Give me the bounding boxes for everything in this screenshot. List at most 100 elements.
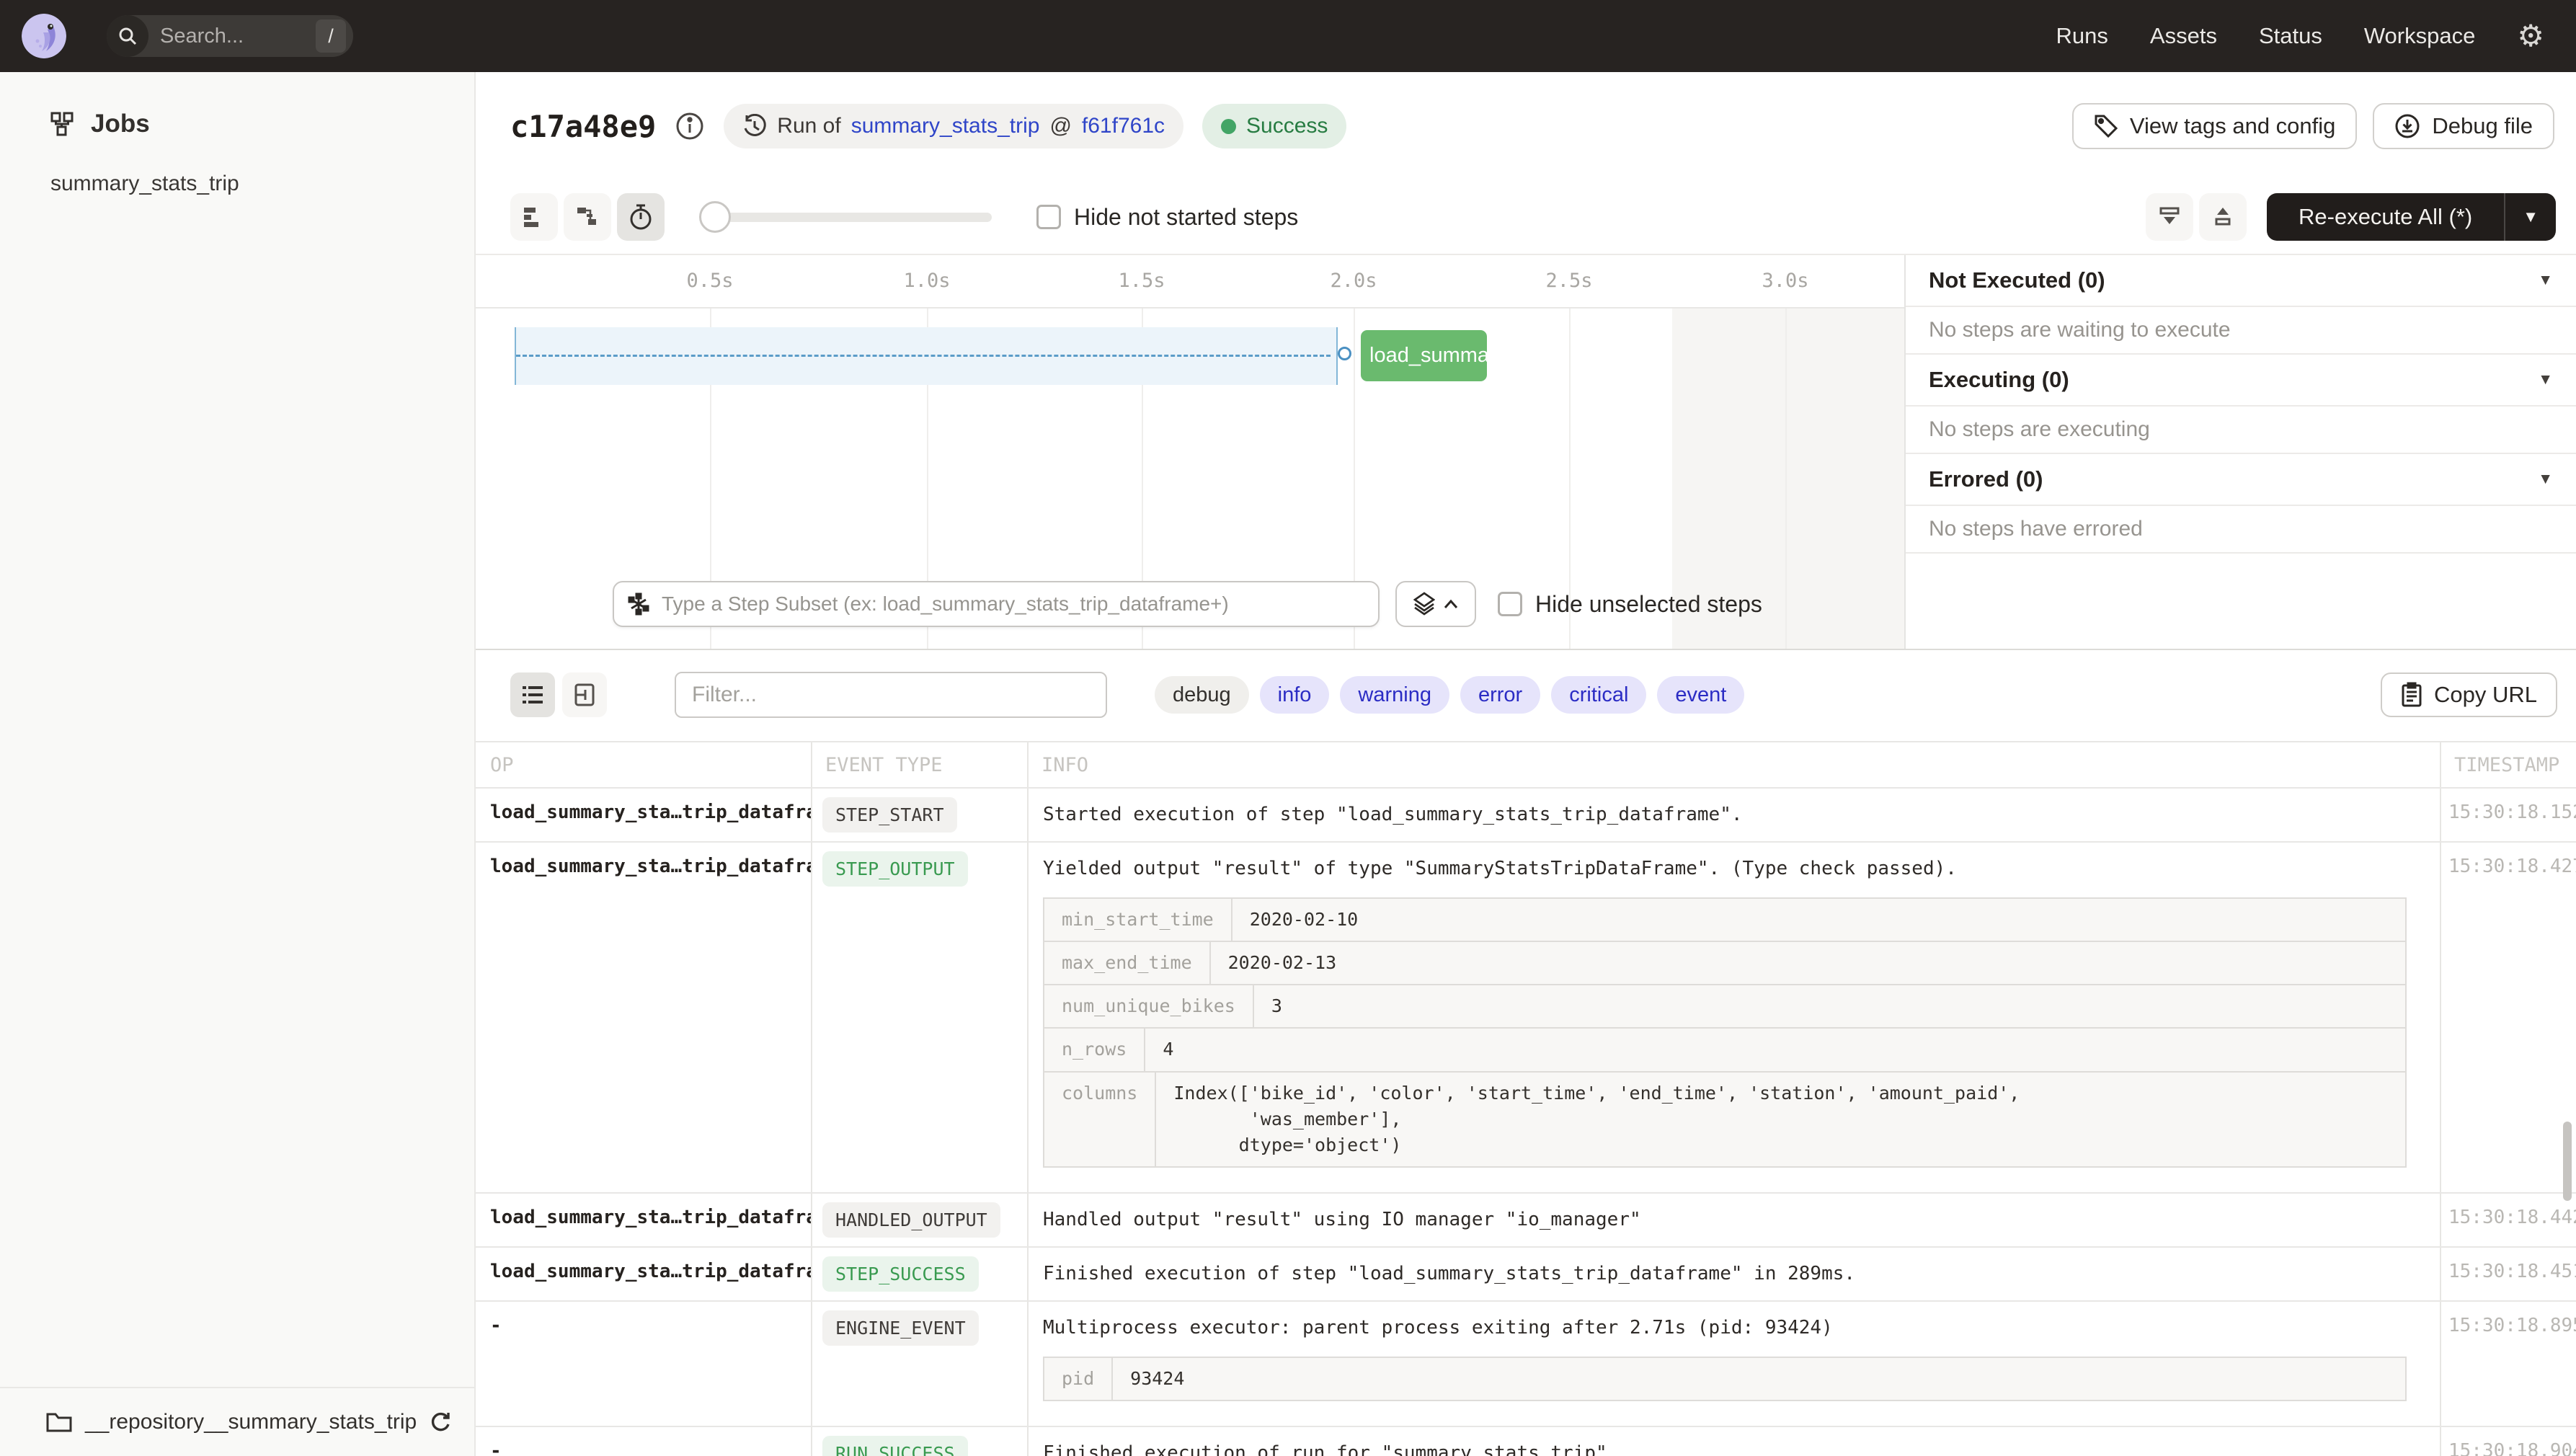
nav-item-workspace[interactable]: Workspace xyxy=(2364,23,2476,49)
reexecute-menu-caret[interactable]: ▼ xyxy=(2505,208,2556,226)
axis-tick: 0.5s xyxy=(686,270,733,292)
debug-file-button[interactable]: Debug file xyxy=(2373,103,2554,149)
metadata-value: 93424 xyxy=(1113,1358,1202,1400)
log-timestamp: 15:30:18.427 xyxy=(2440,843,2576,877)
run-info-icon[interactable] xyxy=(675,111,705,141)
engine-metadata-table: pid93424 xyxy=(1043,1357,2407,1401)
log-timestamp: 15:30:18.904 xyxy=(2440,1427,2576,1456)
metadata-value: 2020-02-10 xyxy=(1233,899,1376,941)
step-subset-input[interactable] xyxy=(660,592,1365,616)
level-warning[interactable]: warning xyxy=(1340,676,1449,714)
expand-up-button[interactable] xyxy=(2199,193,2247,241)
header-actions: View tags and config Debug file xyxy=(2072,103,2554,149)
level-info[interactable]: info xyxy=(1260,676,1330,714)
eject-up-icon xyxy=(2211,205,2235,228)
view-flat-button[interactable] xyxy=(510,193,558,241)
hide-unselected-checkbox[interactable] xyxy=(1498,592,1522,616)
hide-not-started-label: Hide not started steps xyxy=(1074,204,1298,231)
event-type-badge: STEP_START xyxy=(822,797,957,833)
metadata-value: Index(['bike_id', 'color', 'start_time',… xyxy=(1156,1073,2037,1167)
log-list-view-button[interactable] xyxy=(510,672,555,717)
at-separator: @ xyxy=(1049,114,1071,138)
run-status-badge: Success xyxy=(1202,104,1346,148)
step-subset-row: Hide unselected steps xyxy=(613,581,1762,627)
settings-gear-icon[interactable]: ⚙ xyxy=(2517,21,2544,51)
event-type-badge: ENGINE_EVENT xyxy=(822,1310,979,1346)
search-input[interactable] xyxy=(148,25,316,48)
caret-up-icon xyxy=(1444,599,1458,609)
step-status-panel: Not Executed (0)▼ No steps are waiting t… xyxy=(1904,255,2576,649)
op-name: load_summary_sta…trip_dataframe xyxy=(476,1194,811,1238)
reexecute-split-button: Re-execute All (*) ▼ xyxy=(2267,193,2556,241)
metadata-key: pid xyxy=(1044,1358,1113,1400)
global-search: / xyxy=(107,15,353,57)
op-name: load_summary_sta…trip_dataframe xyxy=(476,1248,811,1292)
gantt-step-bar[interactable]: load_summary_ xyxy=(1361,330,1487,381)
zoom-slider[interactable] xyxy=(703,193,992,241)
metadata-value: 4 xyxy=(1145,1029,1191,1070)
collapse-down-button[interactable] xyxy=(2146,193,2193,241)
step-subset-field xyxy=(613,581,1380,627)
event-type-badge: HANDLED_OUTPUT xyxy=(822,1202,1000,1238)
run-of-pill: Run of summary_stats_trip @ f61f761c xyxy=(724,104,1183,148)
col-info: INFO xyxy=(1027,754,2440,776)
section-executing[interactable]: Executing (0)▼ xyxy=(1906,355,2576,407)
run-id: c17a48e9 xyxy=(510,109,656,144)
axis-tick: 3.0s xyxy=(1762,270,1808,292)
log-toolbar: debug info warning error critical event … xyxy=(476,649,2576,741)
axis-tick: 1.5s xyxy=(1118,270,1165,292)
metadata-key: max_end_time xyxy=(1044,942,1211,984)
level-event[interactable]: event xyxy=(1657,676,1744,714)
section-executing-empty: No steps are executing xyxy=(1906,407,2576,454)
log-info: Multiprocess executor: parent process ex… xyxy=(1027,1302,2440,1426)
jobs-icon xyxy=(49,111,75,137)
log-timestamp: 15:30:18.442 xyxy=(2440,1194,2576,1228)
log-row: load_summary_sta…trip_dataframe STEP_OUT… xyxy=(476,843,2576,1194)
download-circle-icon xyxy=(2394,113,2420,139)
slider-thumb[interactable] xyxy=(699,201,731,233)
repository-row: __repository__summary_stats_trip xyxy=(0,1387,474,1456)
view-timed-button[interactable] xyxy=(617,193,665,241)
section-errored[interactable]: Errored (0)▼ xyxy=(1906,454,2576,506)
level-critical[interactable]: critical xyxy=(1551,676,1646,714)
run-logs: debug info warning error critical event … xyxy=(476,649,2576,1456)
log-scrollbar-thumb[interactable] xyxy=(2563,1122,2572,1201)
run-split-panel: 0.5s 1.0s 1.5s 2.0s 2.5s 3.0s load_summa… xyxy=(476,254,2576,650)
reload-repository-icon[interactable] xyxy=(430,1411,451,1434)
slider-track xyxy=(703,213,992,222)
run-of-label: Run of xyxy=(777,114,840,138)
metadata-value: 3 xyxy=(1254,985,1300,1027)
dagster-logo-icon[interactable] xyxy=(22,14,66,58)
view-waterfall-button[interactable] xyxy=(564,193,611,241)
log-table-header: OP EVENT TYPE INFO TIMESTAMP xyxy=(476,742,2576,789)
dependency-dotted-line xyxy=(516,355,1331,357)
toolbar-right: Re-execute All (*) ▼ xyxy=(2146,193,2576,241)
nav-item-runs[interactable]: Runs xyxy=(2056,23,2108,49)
sidebar-title: Jobs xyxy=(0,72,474,138)
repository-name: __repository__summary_stats_trip xyxy=(85,1410,417,1434)
log-filter-input[interactable] xyxy=(675,672,1107,718)
gridline xyxy=(1785,308,1787,649)
sidebar-job-summary-stats-trip[interactable]: summary_stats_trip xyxy=(0,138,474,196)
view-tags-config-button[interactable]: View tags and config xyxy=(2072,103,2358,149)
reexecute-all-button[interactable]: Re-execute All (*) xyxy=(2267,204,2504,230)
op-name: - xyxy=(476,1427,811,1456)
section-not-executed[interactable]: Not Executed (0)▼ xyxy=(1906,255,2576,307)
copy-url-button[interactable]: Copy URL xyxy=(2381,672,2557,717)
graph-query-button[interactable] xyxy=(1395,581,1476,627)
bullet-list-icon xyxy=(521,684,544,706)
log-structured-view-button[interactable] xyxy=(562,672,607,717)
level-error[interactable]: error xyxy=(1460,676,1540,714)
structured-panel-icon xyxy=(574,683,595,707)
log-timestamp: 15:30:18.895 xyxy=(2440,1302,2576,1336)
dagster-app: / Runs Assets Status Workspace ⚙ Jobs su… xyxy=(0,0,2576,1456)
chevron-down-icon: ▼ xyxy=(2538,272,2553,289)
run-header: c17a48e9 Run of summary_stats_trip @ f61… xyxy=(476,72,2576,180)
gantt-time-axis: 0.5s 1.0s 1.5s 2.0s 2.5s 3.0s xyxy=(476,255,1904,308)
nav-item-assets[interactable]: Assets xyxy=(2150,23,2217,49)
hide-not-started-checkbox[interactable] xyxy=(1036,205,1061,229)
level-debug[interactable]: debug xyxy=(1155,676,1249,714)
pipeline-link[interactable]: summary_stats_trip xyxy=(851,114,1040,138)
nav-item-status[interactable]: Status xyxy=(2259,23,2322,49)
commit-link[interactable]: f61f761c xyxy=(1082,114,1165,138)
